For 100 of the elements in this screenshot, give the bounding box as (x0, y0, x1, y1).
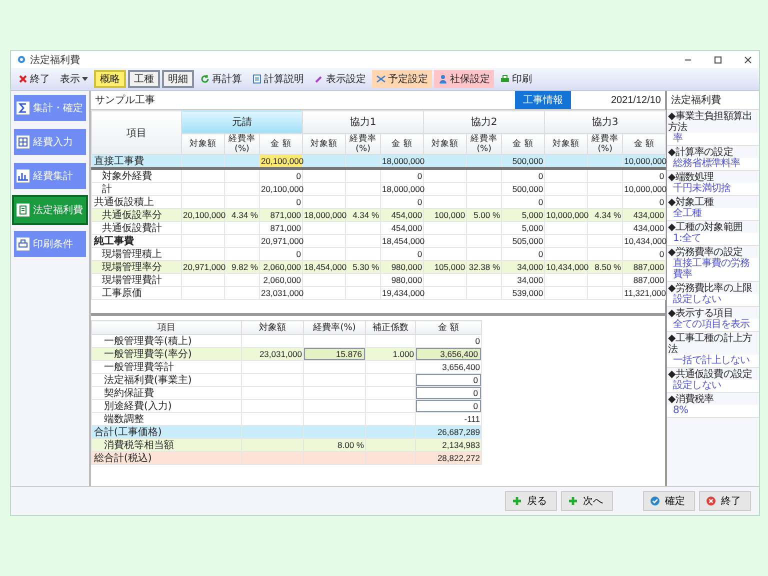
project-info-button[interactable]: 工事情報 (515, 91, 571, 109)
row-label: 共通仮設費計 (92, 222, 182, 234)
table-cell: 5.30 % (346, 260, 381, 274)
amount-cell[interactable]: 5,000 (502, 208, 545, 222)
setting-link[interactable]: 1:全て (667, 233, 759, 246)
amount-cell[interactable]: 5,000 (502, 222, 545, 234)
table-cell (588, 274, 623, 286)
project-name: サンプル工事 (95, 94, 156, 107)
setting-link[interactable]: 率 (667, 133, 759, 146)
table-cell (466, 286, 502, 300)
column-header: 経費率(%) (466, 134, 502, 154)
amount-cell[interactable]: 10,434,000 (622, 234, 666, 248)
table-cell (346, 182, 381, 196)
plus-icon (568, 496, 578, 506)
column-header: 金 額 (622, 134, 666, 154)
close-icon (18, 74, 28, 84)
amount-cell[interactable]: 871,000 (260, 208, 303, 222)
footer-button[interactable]: 確定 (643, 491, 695, 511)
amount-cell[interactable]: 11,321,000 (622, 286, 666, 300)
amount-cell[interactable]: 500,000 (502, 182, 545, 196)
amount-cell[interactable]: 505,000 (502, 234, 545, 248)
nav-button[interactable]: 法定福利費 (14, 197, 86, 223)
amount-input[interactable]: 0 (416, 387, 481, 399)
amount-cell[interactable]: 980,000 (380, 260, 424, 274)
maximize-icon[interactable] (713, 54, 723, 64)
group-header[interactable]: 元請 (182, 110, 303, 134)
view-toggle[interactable]: 工種 (128, 70, 160, 88)
printer-icon (500, 74, 510, 84)
amount-cell[interactable]: 18,000,000 (380, 182, 424, 196)
toolbar-button[interactable]: 計算説明 (248, 70, 308, 88)
amount-cell[interactable]: 454,000 (380, 222, 424, 234)
table-cell (466, 168, 502, 182)
amount-cell[interactable]: 539,000 (502, 286, 545, 300)
close-icon[interactable] (743, 54, 753, 64)
toolbar-button[interactable]: 予定設定 (372, 70, 432, 88)
setting-link[interactable]: 一括で計上しない (667, 355, 759, 368)
toolbar-button[interactable]: 終了 (14, 70, 54, 88)
amount-cell[interactable]: 34,000 (502, 260, 545, 274)
amount-cell[interactable]: 871,000 (260, 222, 303, 234)
view-toggle[interactable]: 概略 (94, 70, 126, 88)
group-header[interactable]: 協力3 (544, 110, 666, 134)
toolbar-button[interactable]: 再計算 (196, 70, 246, 88)
table-cell (302, 286, 346, 300)
amount-cell[interactable]: 434,000 (622, 222, 666, 234)
amount-cell[interactable]: 23,031,000 (260, 286, 303, 300)
amount-cell[interactable]: 0 (502, 168, 545, 182)
amount-cell[interactable]: 980,000 (380, 274, 424, 286)
setting-link[interactable]: 全ての項目を表示 (667, 319, 759, 332)
table-cell (544, 222, 588, 234)
setting-link[interactable]: 千円未満切捨 (667, 183, 759, 196)
setting-heading: ◆消費税率 (667, 393, 715, 405)
amount-cell[interactable]: 887,000 (622, 260, 666, 274)
amount-cell[interactable]: 0 (380, 168, 424, 182)
table-cell (466, 222, 502, 234)
view-toggle[interactable]: 明細 (162, 70, 194, 88)
amount-input[interactable]: 0 (416, 400, 481, 412)
amount-cell[interactable]: 2,060,000 (260, 260, 303, 274)
setting-link[interactable]: 設定しない (667, 294, 759, 307)
toolbar-button[interactable]: 社保設定 (434, 70, 494, 88)
table-cell (182, 234, 224, 248)
amount-input[interactable]: 3,656,400 (416, 348, 481, 360)
row-label: 工事原価 (92, 286, 182, 300)
amount-cell[interactable]: 887,000 (622, 274, 666, 286)
group-header[interactable]: 協力1 (302, 110, 424, 134)
amount-cell[interactable]: 19,434,000 (380, 286, 424, 300)
table-cell (304, 426, 366, 438)
table-cell (304, 374, 366, 386)
table-cell (466, 274, 502, 286)
amount-cell[interactable]: 0 (260, 168, 303, 182)
table-cell: 20,971,000 (182, 260, 224, 274)
table-cell (182, 286, 224, 300)
rate-input[interactable]: 15.876 (304, 348, 365, 360)
amount-cell[interactable]: 10,000,000 (622, 182, 666, 196)
footer-button[interactable]: 次へ (561, 491, 613, 511)
amount-cell[interactable]: 18,454,000 (380, 234, 424, 248)
table-cell: 32.38 % (466, 260, 502, 274)
amount-cell[interactable]: 20,100,000 (260, 182, 303, 196)
view-menu[interactable]: 表示 (56, 70, 92, 88)
setting-link[interactable]: 設定しない (667, 380, 759, 393)
amount-cell[interactable]: 34,000 (502, 274, 545, 286)
toolbar-button[interactable]: 印刷 (496, 70, 536, 88)
footer-button[interactable]: 終了 (699, 491, 751, 511)
setting-link[interactable]: 総務省標準料率 (667, 158, 759, 171)
amount-input[interactable]: 0 (416, 374, 481, 386)
amount-cell[interactable]: 434,000 (622, 208, 666, 222)
table-cell (424, 234, 467, 248)
printer-icon (16, 237, 30, 251)
table-cell (588, 182, 623, 196)
setting-link[interactable]: 全工種 (667, 208, 759, 221)
column-header: 対象額 (242, 320, 304, 334)
group-header[interactable]: 協力2 (424, 110, 545, 134)
setting-link[interactable]: 直接工事費の労務費率 (667, 258, 759, 282)
table-cell (224, 182, 260, 196)
window-title: 法定福利費 (30, 54, 80, 66)
setting-link[interactable]: 8% (667, 405, 759, 418)
amount-cell[interactable]: 454,000 (380, 208, 424, 222)
amount-cell[interactable]: 20,971,000 (260, 234, 303, 248)
amount-cell[interactable]: 2,060,000 (260, 274, 303, 286)
footer-button[interactable]: 戻る (505, 491, 557, 511)
toolbar-button[interactable]: 表示設定 (310, 70, 370, 88)
